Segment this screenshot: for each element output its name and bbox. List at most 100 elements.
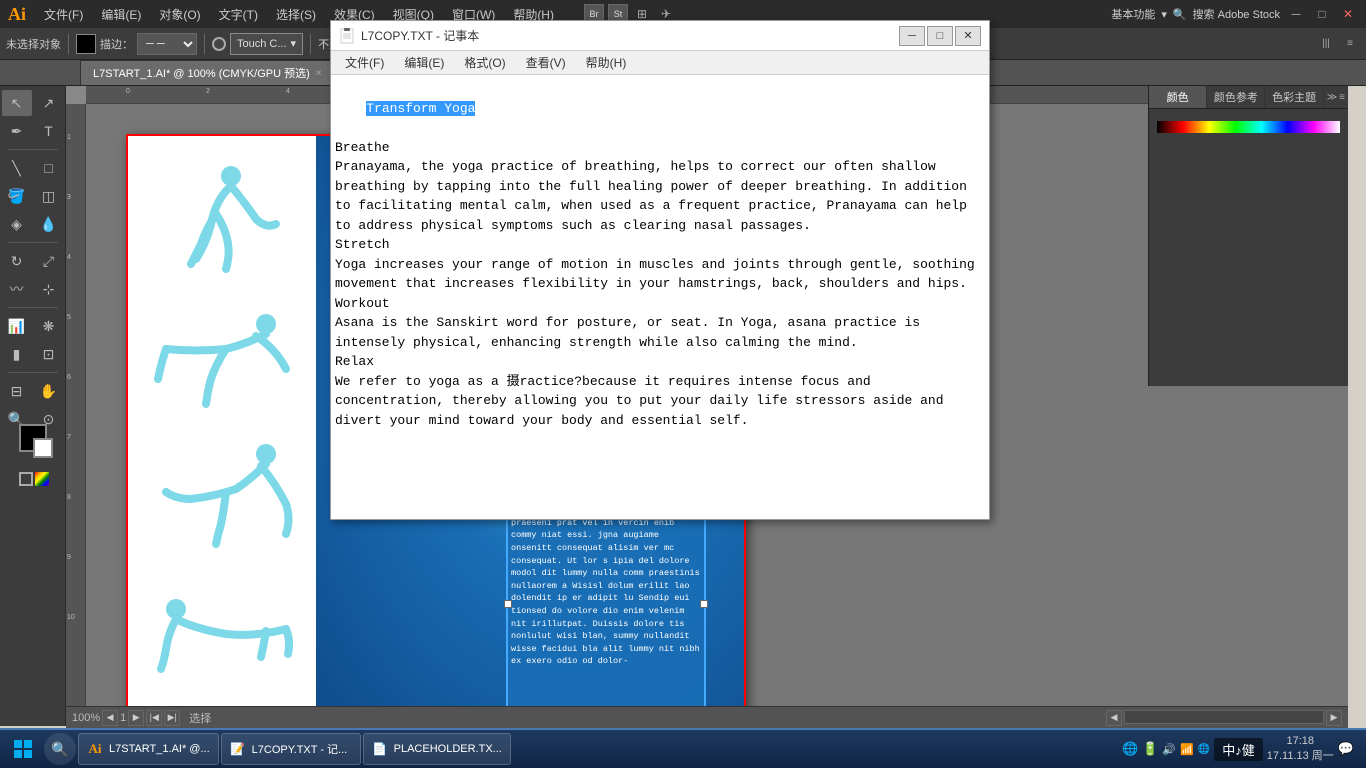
stroke-color-indicator[interactable] bbox=[33, 438, 53, 458]
taskbar-ai-button[interactable]: Ai L7START_1.AI* @... bbox=[78, 733, 219, 765]
notepad-minimize-button[interactable]: ─ bbox=[899, 26, 925, 46]
touch-dropdown[interactable]: Touch C... ▾ bbox=[230, 33, 303, 55]
tool-row-build: ◈ 💧 bbox=[2, 211, 64, 237]
page-number: 1 bbox=[120, 712, 126, 724]
direct-select-tool[interactable]: ↗ bbox=[34, 90, 64, 116]
no-color-box[interactable] bbox=[19, 472, 33, 486]
graph-tool[interactable]: 📊 bbox=[2, 313, 32, 339]
zoom-decrease-button[interactable]: ◀ bbox=[102, 710, 118, 726]
search-label[interactable]: 搜索 Adobe Stock bbox=[1193, 6, 1280, 22]
notepad-content[interactable]: Transform Yoga Breathe Pranayama, the yo… bbox=[331, 75, 989, 519]
tab-close-icon[interactable]: × bbox=[316, 68, 322, 79]
select-tool[interactable]: ↖ bbox=[2, 90, 32, 116]
status-divider bbox=[184, 711, 185, 725]
panel-menu-icon[interactable]: ≡ bbox=[1339, 92, 1345, 103]
stroke-label: 描边： bbox=[100, 36, 133, 52]
np-menu-edit[interactable]: 编辑(E) bbox=[394, 52, 454, 73]
tray-icon-5: 🌐 bbox=[1198, 744, 1210, 755]
hand-tool[interactable]: ✋ bbox=[34, 378, 64, 404]
maximize-icon[interactable]: □ bbox=[1312, 4, 1332, 24]
tool-row-column: ▮ ⊡ bbox=[2, 341, 64, 367]
zoom-increase-button[interactable]: ▶ bbox=[128, 710, 144, 726]
panel-color-content bbox=[1149, 109, 1348, 169]
align-icon[interactable]: ||| bbox=[1316, 34, 1336, 54]
rotate-tool[interactable]: ↻ bbox=[2, 248, 32, 274]
warp-tool[interactable]: 〰 bbox=[2, 276, 32, 302]
spectrum-icon[interactable] bbox=[35, 472, 49, 486]
type-tool[interactable]: T bbox=[34, 118, 64, 144]
notepad-text-body: Breathe Pranayama, the yoga practice of … bbox=[335, 140, 983, 428]
np-menu-format[interactable]: 格式(O) bbox=[454, 52, 515, 73]
vertical-ruler: 1 3 4 5 6 7 8 9 10 bbox=[66, 104, 86, 722]
horizontal-scrollbar[interactable] bbox=[1124, 710, 1324, 724]
ruler-mark: 2 bbox=[206, 88, 210, 95]
tool-row-select: ↖ ↗ bbox=[2, 90, 64, 116]
ruler-mark-v: 4 bbox=[67, 254, 71, 261]
touch-label: Touch C... bbox=[237, 38, 287, 50]
notepad-close-button[interactable]: ✕ bbox=[955, 26, 981, 46]
slice-tool[interactable]: ⊡ bbox=[34, 341, 64, 367]
eyedropper-tool[interactable]: 💧 bbox=[34, 211, 64, 237]
panel-expand-icon[interactable]: ≫ bbox=[1327, 92, 1337, 103]
nav-first-button[interactable]: |◀ bbox=[146, 710, 162, 726]
tab-color[interactable]: 颜色 bbox=[1149, 86, 1207, 108]
more-options-icon[interactable]: ≡ bbox=[1340, 34, 1360, 54]
free-transform-tool[interactable]: ⊹ bbox=[34, 276, 64, 302]
brush-type-select[interactable]: ─ ─ bbox=[137, 33, 197, 55]
line-tool[interactable]: ╲ bbox=[2, 155, 32, 181]
np-menu-file[interactable]: 文件(F) bbox=[335, 52, 394, 73]
close-icon[interactable]: ✕ bbox=[1338, 4, 1358, 24]
pen-tool[interactable]: ✒ bbox=[2, 118, 32, 144]
np-menu-help[interactable]: 帮助(H) bbox=[576, 52, 637, 73]
gradient-tool[interactable]: ◫ bbox=[34, 183, 64, 209]
touch-dropdown-arrow: ▾ bbox=[291, 37, 297, 50]
notepad-titlebar: L7COPY.TXT - 记事本 ─ □ ✕ bbox=[331, 21, 989, 51]
document-tab[interactable]: L7START_1.AI* @ 100% (CMYK/GPU 预选) × bbox=[80, 60, 335, 85]
tab-color-guide[interactable]: 颜色参考 bbox=[1207, 86, 1265, 108]
symbol-tool[interactable]: ❋ bbox=[34, 313, 64, 339]
notepad-maximize-button[interactable]: □ bbox=[927, 26, 953, 46]
taskbar-search-button[interactable]: 🔍 bbox=[44, 733, 76, 765]
panel-divider-4 bbox=[8, 372, 58, 373]
stroke-color-box[interactable] bbox=[76, 34, 96, 54]
column-graph-tool[interactable]: ▮ bbox=[2, 341, 32, 367]
notification-icon[interactable]: 💬 bbox=[1338, 741, 1354, 757]
date-display: 17.11.13 周一 bbox=[1267, 749, 1334, 764]
menu-select[interactable]: 选择(S) bbox=[268, 4, 324, 25]
toolbar-divider-1 bbox=[68, 34, 69, 54]
time-display: 17:18 bbox=[1267, 734, 1334, 749]
paint-bucket[interactable]: 🪣 bbox=[2, 183, 32, 209]
blend-tool[interactable]: ◈ bbox=[2, 211, 32, 237]
artboard-tool[interactable]: ⊟ bbox=[2, 378, 32, 404]
menu-object[interactable]: 对象(O) bbox=[151, 4, 208, 25]
scroll-right-button[interactable]: ▶ bbox=[1326, 710, 1342, 726]
taskbar-placeholder-button[interactable]: 📄 PLACEHOLDER.TX... bbox=[363, 733, 511, 765]
menu-file[interactable]: 文件(F) bbox=[36, 4, 91, 25]
tray-icon-3: 🔊 bbox=[1162, 743, 1176, 756]
nav-last-button[interactable]: ▶| bbox=[164, 710, 180, 726]
notepad-title: L7COPY.TXT - 记事本 bbox=[361, 27, 893, 44]
scale-tool[interactable]: ⤢ bbox=[34, 248, 64, 274]
ruler-mark-v: 3 bbox=[67, 194, 71, 201]
tab-color-theme[interactable]: 色彩主题 bbox=[1265, 86, 1323, 108]
menu-edit[interactable]: 编辑(E) bbox=[93, 4, 149, 25]
taskbar-notepad-label: L7COPY.TXT - 记... bbox=[252, 741, 348, 757]
start-button[interactable] bbox=[4, 730, 42, 768]
ime-indicator[interactable]: 中♪健 bbox=[1214, 738, 1263, 761]
minimize-icon[interactable]: ─ bbox=[1286, 4, 1306, 24]
tray-icon-4: 📶 bbox=[1180, 743, 1194, 756]
scroll-left-button[interactable]: ◀ bbox=[1106, 710, 1122, 726]
taskbar-placeholder-label: PLACEHOLDER.TX... bbox=[394, 743, 502, 755]
rect-tool[interactable]: □ bbox=[34, 155, 64, 181]
menu-text[interactable]: 文字(T) bbox=[211, 4, 266, 25]
taskbar-notepad-button[interactable]: 📝 L7COPY.TXT - 记... bbox=[221, 733, 361, 765]
tool-row-artboard: ⊟ ✋ bbox=[2, 378, 64, 404]
panel-divider-2 bbox=[8, 242, 58, 243]
ruler-mark-v: 8 bbox=[67, 494, 71, 501]
ruler-mark: 0 bbox=[126, 88, 130, 95]
np-menu-view[interactable]: 查看(V) bbox=[516, 52, 576, 73]
workspace-dropdown-icon[interactable]: ▾ bbox=[1161, 8, 1167, 21]
ruler-mark-v: 9 bbox=[67, 554, 71, 561]
color-spectrum-bar[interactable] bbox=[1157, 121, 1340, 133]
color-section bbox=[19, 424, 63, 486]
